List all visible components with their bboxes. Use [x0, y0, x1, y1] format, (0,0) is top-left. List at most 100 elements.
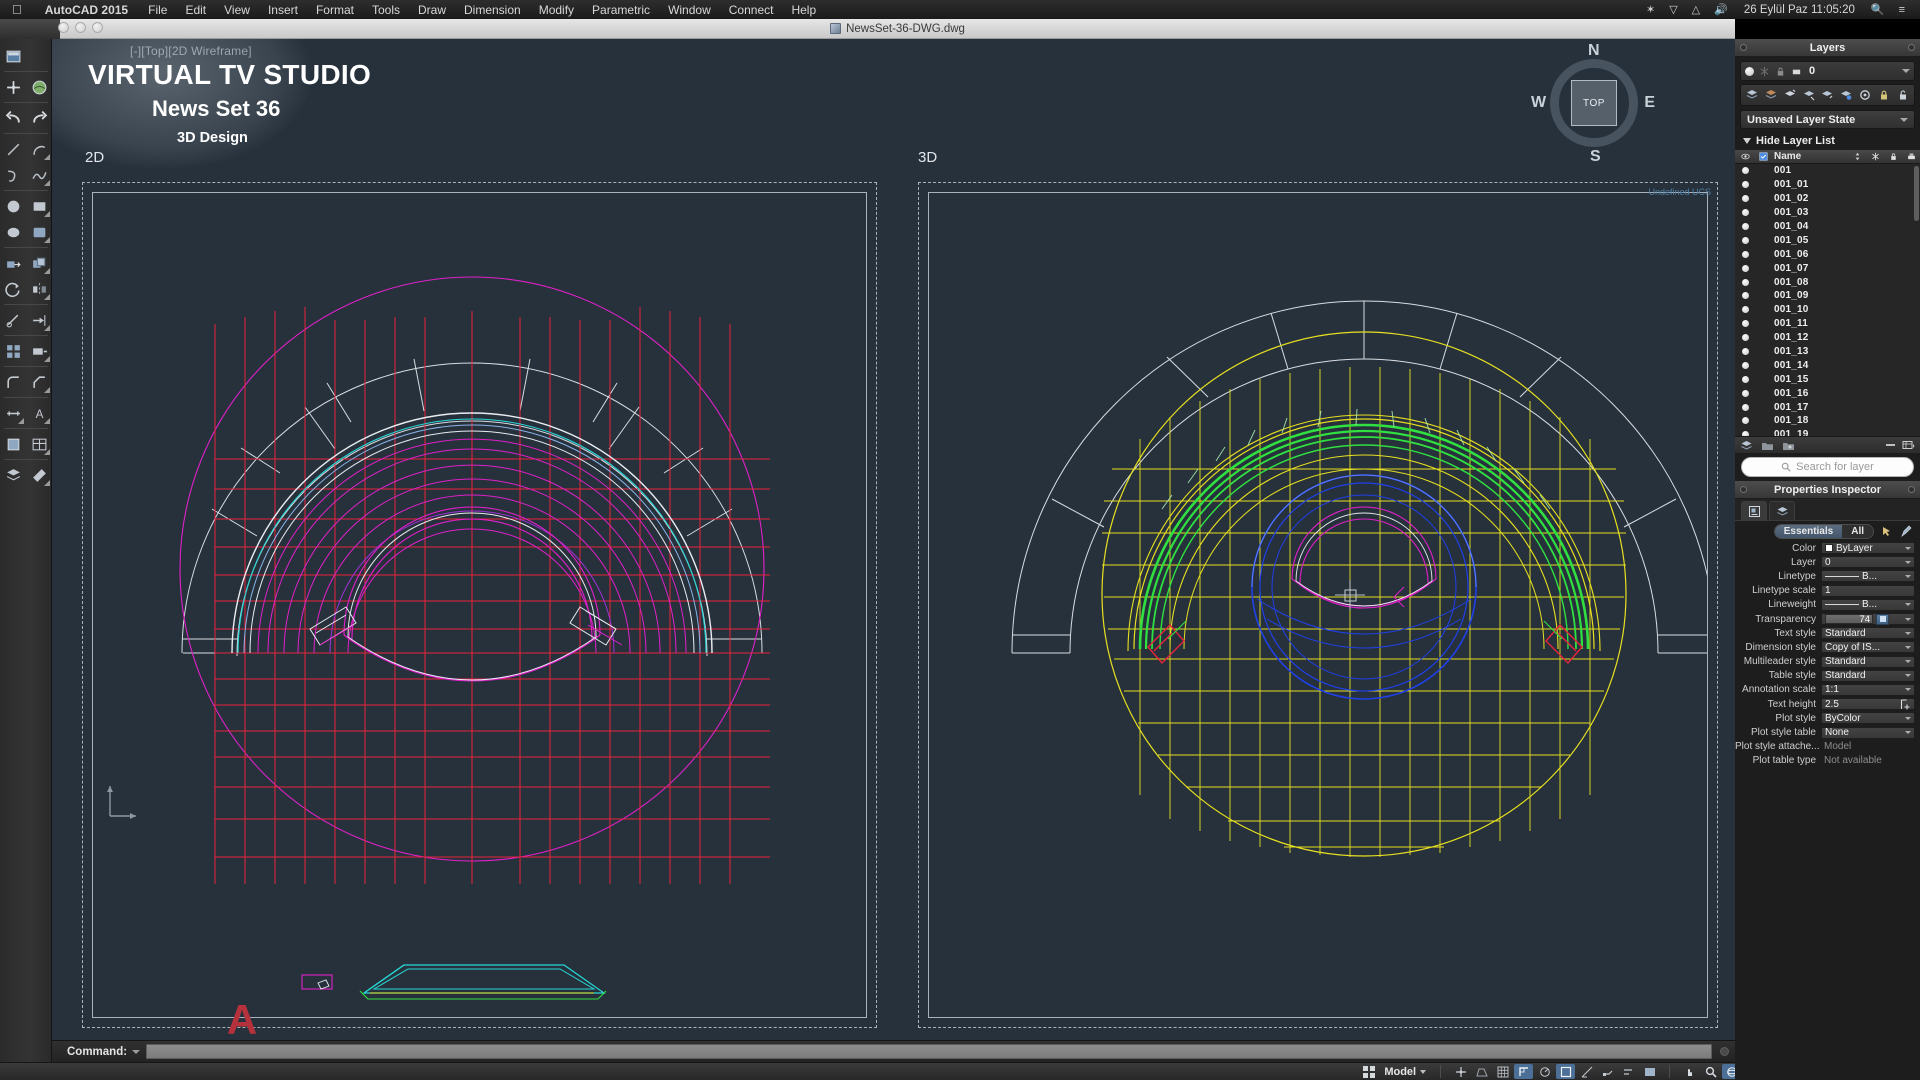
dimension-icon[interactable]: [0, 400, 26, 426]
layer-properties-tab[interactable]: [1769, 501, 1795, 520]
layer-visibility-toggle[interactable]: [1735, 334, 1755, 342]
chevron-down-icon[interactable]: [1905, 560, 1911, 564]
airplay-icon[interactable]: △: [1685, 3, 1707, 16]
property-value[interactable]: 1: [1825, 585, 1831, 596]
quick-select-icon[interactable]: [1878, 524, 1894, 539]
viewcube-top-face[interactable]: TOP: [1571, 80, 1617, 126]
layer-row[interactable]: 001_12: [1735, 331, 1920, 345]
layer-visibility-toggle[interactable]: [1735, 195, 1755, 203]
rotate-icon[interactable]: [0, 276, 26, 302]
property-field[interactable]: 0: [1821, 556, 1915, 569]
layer-visibility-toggle[interactable]: [1735, 320, 1755, 328]
property-field[interactable]: ByColor: [1821, 712, 1915, 725]
segment-essentials[interactable]: Essentials: [1774, 525, 1843, 538]
array-icon[interactable]: [0, 338, 26, 364]
plot-column-icon[interactable]: [1902, 152, 1920, 161]
property-field[interactable]: 1:1: [1821, 683, 1915, 696]
chevron-down-icon[interactable]: [1905, 731, 1911, 735]
viewport-2d-frame[interactable]: [82, 182, 877, 1028]
layer-row[interactable]: 001_05: [1735, 233, 1920, 247]
property-field[interactable]: 1: [1821, 584, 1915, 597]
property-field[interactable]: B...: [1821, 598, 1915, 611]
object-properties-tab[interactable]: [1741, 501, 1767, 520]
layer-visibility-toggle[interactable]: [1735, 167, 1755, 175]
menu-app-name[interactable]: AutoCAD 2015: [34, 3, 139, 17]
ortho-icon[interactable]: [1514, 1064, 1534, 1079]
measure-icon[interactable]: [26, 462, 52, 488]
layer-state-combo[interactable]: Unsaved Layer State: [1740, 110, 1915, 129]
menu-item-view[interactable]: View: [215, 3, 259, 17]
current-layer-row[interactable]: 0: [1740, 61, 1915, 81]
panel-grab-left-icon[interactable]: [1740, 44, 1747, 51]
layer-row[interactable]: 001_13: [1735, 345, 1920, 359]
chevron-down-icon[interactable]: [1905, 716, 1911, 720]
zoom-button[interactable]: [92, 22, 103, 33]
viewport-3d-frame[interactable]: Undefined UCS: [918, 182, 1718, 1028]
freeze-column-icon[interactable]: [1866, 152, 1884, 161]
layer-delete-icon[interactable]: [1801, 88, 1816, 103]
property-value[interactable]: 2.5: [1825, 699, 1839, 710]
layer-visibility-toggle[interactable]: [1735, 292, 1755, 300]
lock-column-icon[interactable]: [1884, 152, 1902, 161]
chevron-down-icon[interactable]: [1905, 631, 1911, 635]
property-field[interactable]: 2.5: [1821, 698, 1915, 711]
chevron-down-icon[interactable]: [1902, 69, 1910, 73]
layer-visibility-toggle[interactable]: [1735, 403, 1755, 411]
hide-layer-list-toggle[interactable]: Hide Layer List: [1735, 132, 1920, 149]
layer-visibility-toggle[interactable]: [1735, 375, 1755, 383]
menubar-clock[interactable]: 26 Eylül Paz 11:05:20: [1735, 4, 1864, 16]
layer-row[interactable]: 001_19: [1735, 428, 1920, 436]
layer-unlock-icon[interactable]: [1895, 88, 1910, 103]
layer-row[interactable]: 001_11: [1735, 317, 1920, 331]
layer-list-scrollbar[interactable]: [1914, 166, 1919, 221]
snap-icon[interactable]: [1451, 1064, 1470, 1079]
apple-menu-icon[interactable]: : [0, 2, 34, 17]
ellipse-icon[interactable]: [0, 219, 26, 245]
menu-item-insert[interactable]: Insert: [259, 3, 307, 17]
redo-icon[interactable]: [26, 105, 52, 131]
move-icon[interactable]: [0, 250, 26, 276]
menu-item-connect[interactable]: Connect: [720, 3, 783, 17]
layer-row[interactable]: 001_18: [1735, 414, 1920, 428]
menu-item-parametric[interactable]: Parametric: [583, 3, 659, 17]
zoom-icon[interactable]: [1701, 1064, 1720, 1079]
menu-item-dimension[interactable]: Dimension: [455, 3, 530, 17]
trim-icon[interactable]: [0, 307, 26, 333]
layer-row[interactable]: 001_06: [1735, 247, 1920, 261]
circle-icon[interactable]: [0, 193, 26, 219]
visibility-icon[interactable]: [1735, 152, 1755, 161]
layer-name-column-header[interactable]: Name: [1771, 151, 1848, 162]
segment-all[interactable]: All: [1842, 525, 1873, 538]
grid-display-icon[interactable]: [1472, 1064, 1491, 1079]
layer-lock-icon[interactable]: [1876, 88, 1891, 103]
sort-indicator-icon[interactable]: [1848, 152, 1866, 161]
menu-item-help[interactable]: Help: [782, 3, 825, 17]
layer-row[interactable]: 001_14: [1735, 358, 1920, 372]
dynamic-input-icon[interactable]: [1619, 1064, 1638, 1079]
layer-row[interactable]: 001_04: [1735, 220, 1920, 234]
viewcube-north-label[interactable]: N: [1588, 42, 1600, 60]
lock-icon[interactable]: [1775, 66, 1786, 77]
hatch-icon[interactable]: [26, 74, 52, 100]
control-center-icon[interactable]: ≡: [1892, 4, 1912, 16]
viewcube-west-label[interactable]: W: [1531, 94, 1546, 112]
close-button[interactable]: [58, 22, 69, 33]
drawing-canvas[interactable]: [-][Top][2D Wireframe] Undefined UCS 2D …: [52, 39, 1735, 1040]
layer-visibility-toggle[interactable]: [1735, 348, 1755, 356]
transparency-picker-button[interactable]: [1876, 613, 1889, 625]
bluetooth-icon[interactable]: ✶: [1639, 3, 1662, 16]
property-field[interactable]: ByLayer: [1821, 542, 1915, 555]
volume-icon[interactable]: 🔊: [1707, 3, 1735, 16]
search-icon[interactable]: 🔍: [1864, 3, 1892, 16]
chevron-down-icon[interactable]: [1905, 546, 1911, 550]
layer-new-group-icon[interactable]: [1782, 439, 1795, 452]
panel-grab-right-icon[interactable]: [1908, 44, 1915, 51]
layer-visibility-toggle[interactable]: [1735, 264, 1755, 272]
layer-states-icon[interactable]: [1782, 88, 1797, 103]
layer-row[interactable]: 001_07: [1735, 261, 1920, 275]
layer-row[interactable]: 001_15: [1735, 372, 1920, 386]
viewport-config-icon[interactable]: [0, 43, 26, 69]
fillet-icon[interactable]: [0, 369, 26, 395]
rectangle-icon[interactable]: [26, 193, 52, 219]
copy-icon[interactable]: [26, 250, 52, 276]
